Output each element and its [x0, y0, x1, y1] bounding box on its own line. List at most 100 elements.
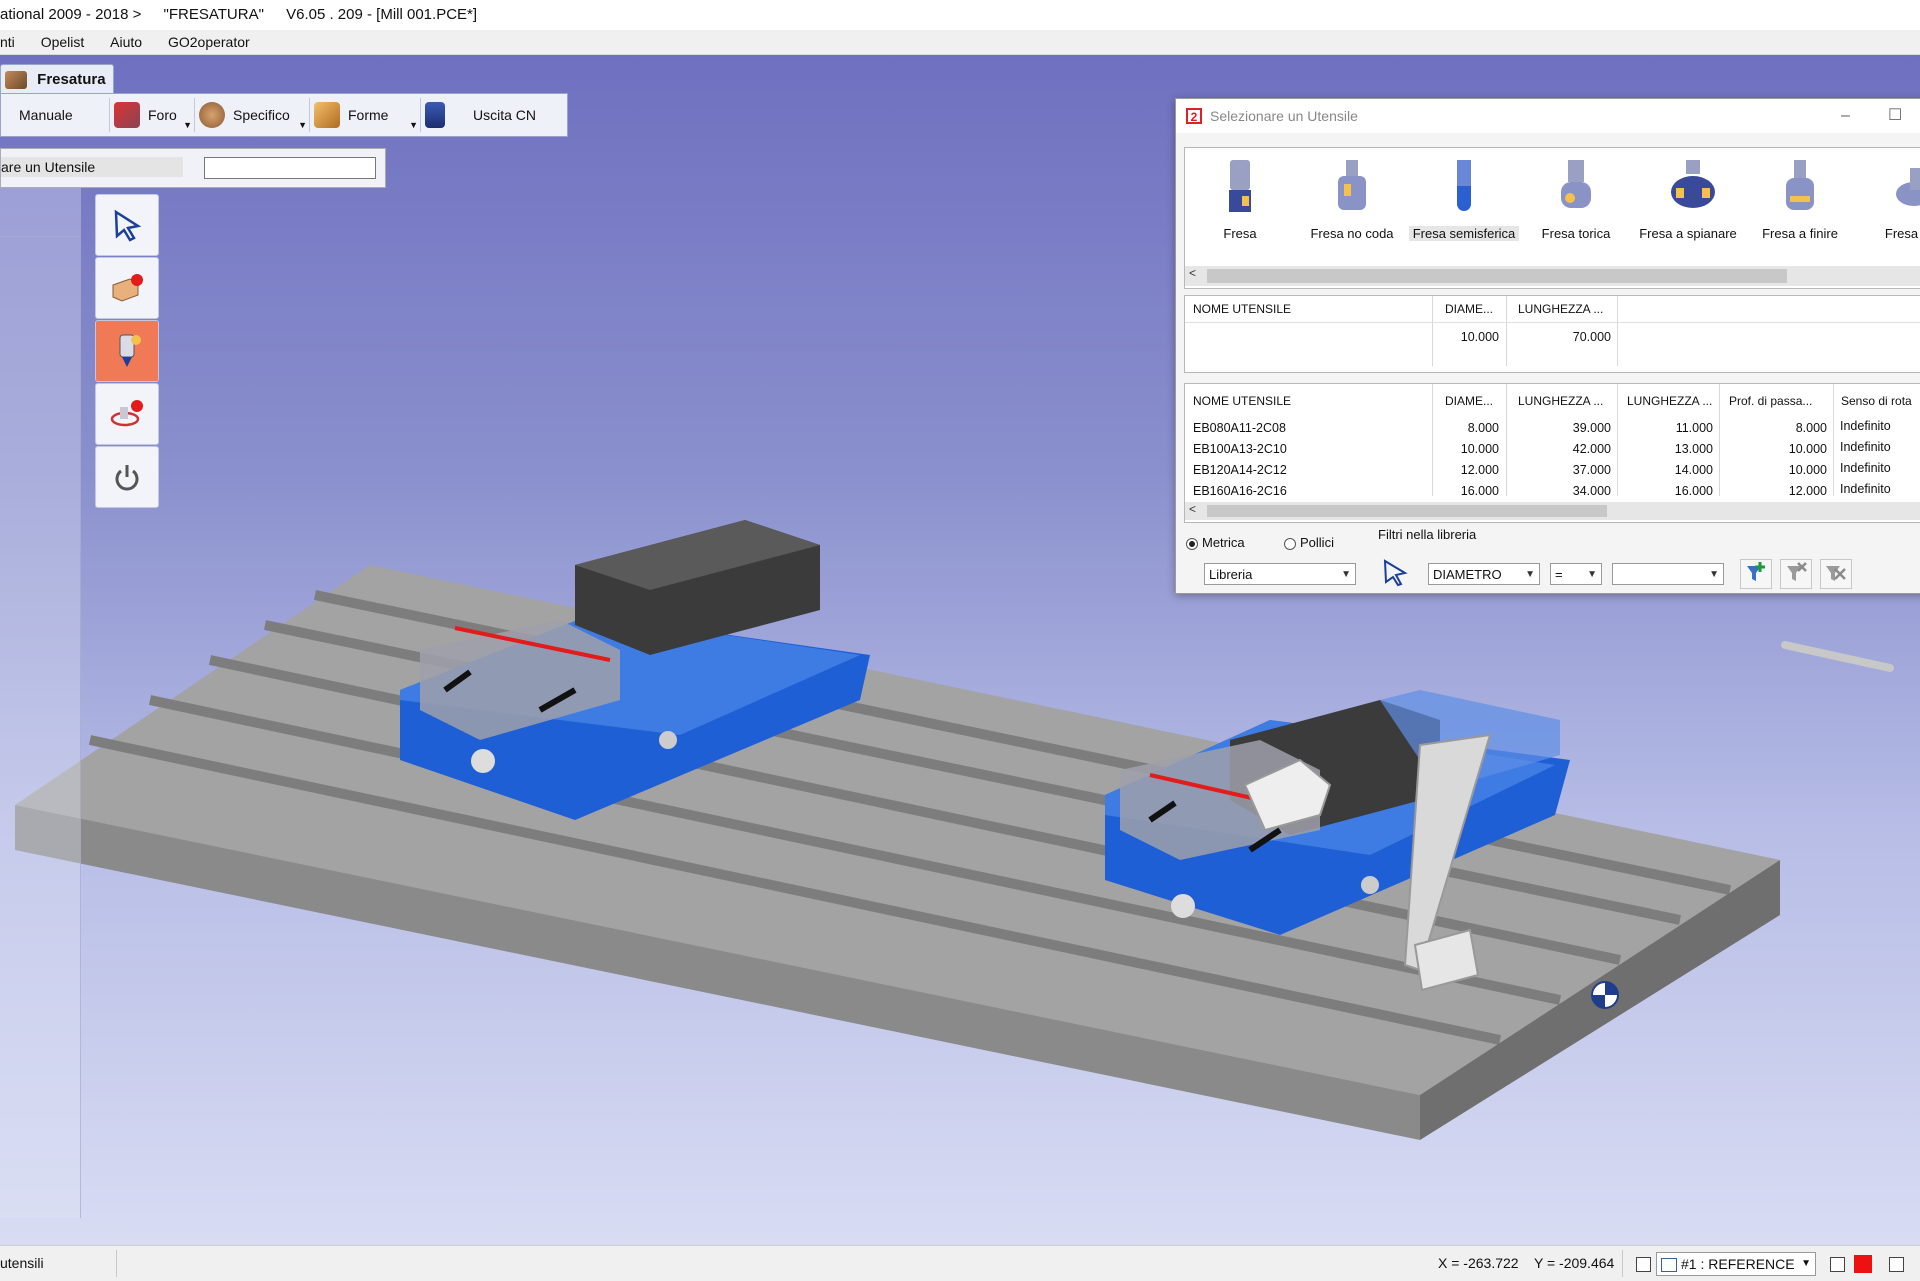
remove-filter-button[interactable] [1780, 559, 1812, 589]
shapes-icon [314, 102, 340, 128]
status-checkbox[interactable] [1636, 1257, 1651, 1272]
grid1-header-length[interactable]: LUNGHEZZA ... [1518, 302, 1603, 316]
reference-select[interactable]: #1 : REFERENCE ▼ [1656, 1252, 1816, 1276]
grid-scrollbar[interactable]: < [1185, 502, 1920, 520]
cell-depth: 10.000 [1788, 463, 1827, 477]
menu-item-strumenti[interactable]: nti [0, 30, 15, 54]
tools-library-grid: NOME UTENSILE DIAME... LUNGHEZZA ... LUN… [1184, 383, 1920, 523]
chevron-down-icon: ▼ [183, 120, 192, 130]
ribbon-uscita-cn[interactable]: Uscita CN [421, 98, 555, 132]
ribbon-foro-label: Foro [148, 107, 177, 123]
tool-type-label: Fresa a spianare [1639, 226, 1737, 241]
tool-type-fresa-no-coda[interactable]: Fresa no coda [1297, 148, 1407, 241]
table-row[interactable]: EB160A16-2C16 16.000 34.000 16.000 12.00… [1185, 481, 1920, 501]
module-tab-fresatura[interactable]: Fresatura [0, 64, 114, 95]
status-bar: utensili X = -263.722 Y = -209.464 #1 : … [0, 1245, 1920, 1281]
tool-type-fresa-a-finire[interactable]: Fresa a finire [1745, 148, 1855, 241]
ribbon-foro[interactable]: Foro ▼ [110, 98, 195, 132]
menu-item-opelist[interactable]: Opelist [41, 30, 85, 54]
tool-type-gallery: Fresa Fresa no coda Fresa semisferica Fr… [1184, 147, 1920, 289]
select-tool-strip: are un Utensile [0, 148, 386, 188]
status-checkbox[interactable] [1830, 1257, 1845, 1272]
tool-type-fresa-torica[interactable]: Fresa torica [1521, 148, 1631, 241]
gallery-scroll-thumb[interactable] [1207, 269, 1787, 283]
filter-field-value: DIAMETRO [1433, 567, 1502, 582]
scroll-left-icon[interactable]: < [1189, 502, 1196, 516]
tool-type-fresa-a-spianare[interactable]: Fresa a spianare [1633, 148, 1743, 241]
ribbon-specifico[interactable]: Specifico ▼ [195, 98, 310, 132]
filter-operator-value: = [1555, 567, 1563, 582]
inch-radio[interactable]: Pollici [1284, 535, 1334, 550]
title-part-2: "FRESATURA" [163, 6, 264, 23]
milling-module-icon [5, 71, 27, 90]
remove-filter-icon [1787, 562, 1807, 581]
tool-type-fresa-a-c[interactable]: Fresa a c [1857, 148, 1920, 241]
status-checkbox[interactable] [1889, 1257, 1904, 1272]
radio-unchecked-icon [1284, 537, 1296, 550]
grid-header-underline [1185, 322, 1920, 323]
side-panel [0, 188, 81, 1218]
tool-type-fresa-semisferica[interactable]: Fresa semisferica [1409, 148, 1519, 241]
maximize-icon[interactable]: ☐ [1888, 99, 1902, 133]
filter-operator-select[interactable]: = ▼ [1550, 563, 1602, 585]
status-separator [1622, 1250, 1623, 1277]
grid1-cell-diameter[interactable]: 10.000 [1433, 330, 1499, 344]
cell-depth: 8.000 [1795, 421, 1827, 435]
table-row[interactable]: EB100A13-2C10 10.000 42.000 13.000 10.00… [1185, 439, 1920, 459]
filter-bar: Metrica Pollici Libreria ▼ Filtri nella l… [1184, 527, 1920, 589]
gallery-scrollbar[interactable]: < [1185, 266, 1920, 286]
grid2-header-rotation[interactable]: Senso di rota [1841, 394, 1912, 408]
table-row[interactable]: EB080A11-2C08 8.000 39.000 11.000 8.000 … [1185, 418, 1920, 438]
finishing-mill-icon [1780, 158, 1820, 218]
face-mill-icon [1668, 158, 1715, 218]
power-button[interactable] [95, 446, 159, 508]
grid2-header-cut-length[interactable]: LUNGHEZZA ... [1627, 394, 1712, 408]
grid2-header-length[interactable]: LUNGHEZZA ... [1518, 394, 1603, 408]
add-filter-button[interactable] [1740, 559, 1772, 589]
clear-filters-button[interactable] [1820, 559, 1852, 589]
workpiece-icon [112, 274, 143, 302]
filter-field-select[interactable]: DIAMETRO ▼ [1428, 563, 1540, 585]
origin-marker [1591, 981, 1619, 1009]
table-row[interactable]: EB120A14-2C12 12.000 37.000 14.000 10.00… [1185, 460, 1920, 480]
specific-icon [199, 102, 225, 128]
ribbon-manuale[interactable]: Manuale [1, 98, 110, 132]
grid1-header-diameter[interactable]: DIAME... [1445, 302, 1493, 316]
select-arrow-button[interactable] [95, 194, 159, 256]
workpiece-button[interactable] [95, 257, 159, 319]
cell-rotation: Indefinito [1840, 419, 1891, 433]
ribbon-toolbar: Manuale Foro ▼ Specifico ▼ Forme ▼ Uscit… [0, 93, 568, 137]
tool-type-fresa[interactable]: Fresa [1185, 148, 1295, 241]
tool-type-label: Fresa a c [1884, 226, 1920, 241]
filter-value-select[interactable]: ▼ [1612, 563, 1724, 585]
ribbon-forme[interactable]: Forme ▼ [310, 98, 421, 132]
cell-cut-length: 16.000 [1674, 484, 1713, 498]
tool-type-label: Fresa no coda [1310, 226, 1394, 241]
grid1-cell-length[interactable]: 70.000 [1507, 330, 1611, 344]
menu-bar: nti Opelist Aiuto GO2operator [0, 30, 1920, 55]
shell-mill-icon [1332, 158, 1372, 218]
grid2-header-diameter[interactable]: DIAME... [1445, 394, 1493, 408]
scroll-left-icon[interactable]: < [1189, 266, 1196, 280]
grid1-header-name[interactable]: NOME UTENSILE [1193, 302, 1291, 316]
filter-pick-button[interactable] [1380, 557, 1410, 587]
menu-item-aiuto[interactable]: Aiuto [110, 30, 142, 54]
select-arrow-icon [1383, 559, 1408, 587]
status-red-indicator [1854, 1255, 1872, 1273]
menu-item-go2operator[interactable]: GO2operator [168, 30, 250, 54]
library-select[interactable]: Libreria ▼ [1204, 563, 1356, 585]
cell-depth: 12.000 [1788, 484, 1827, 498]
toolpath-button[interactable] [95, 383, 159, 445]
grid-scroll-thumb[interactable] [1207, 505, 1607, 517]
metric-radio[interactable]: Metrica [1186, 535, 1245, 550]
chevron-down-icon: ▼ [1341, 569, 1351, 580]
minimize-icon[interactable]: – [1841, 99, 1850, 133]
cell-rotation: Indefinito [1840, 482, 1891, 496]
ribbon-forme-label: Forme [348, 107, 389, 123]
tool-type-label: Fresa a finire [1762, 226, 1838, 241]
cell-diameter: 12.000 [1460, 463, 1499, 477]
grid2-header-depth[interactable]: Prof. di passa... [1729, 394, 1812, 408]
select-tool-input[interactable] [204, 157, 376, 179]
tool-button[interactable] [95, 320, 159, 382]
grid2-header-name[interactable]: NOME UTENSILE [1193, 394, 1291, 408]
